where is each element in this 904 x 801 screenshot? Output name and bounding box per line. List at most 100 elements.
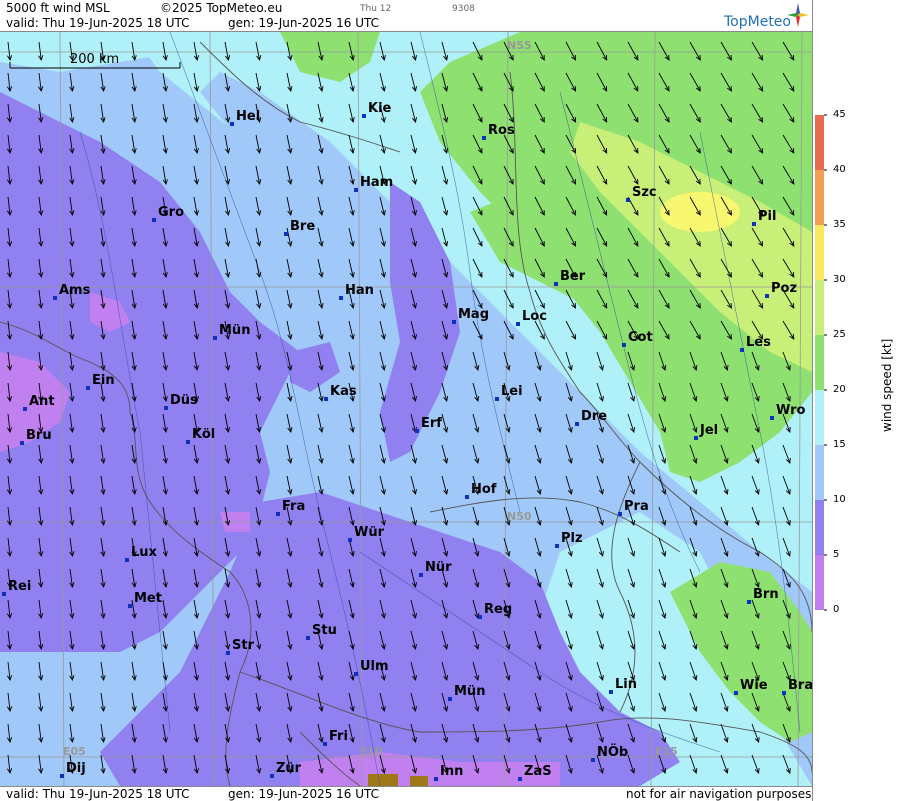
city-marker <box>740 348 744 352</box>
grid-label-e15: E15 <box>655 745 678 758</box>
city-marker <box>53 296 57 300</box>
city-label: Jel <box>700 423 719 438</box>
city-marker <box>20 441 24 445</box>
city-label: Kas <box>330 384 357 399</box>
grid-label-n55: N55 <box>507 39 532 52</box>
city-label: Lei <box>501 384 523 399</box>
legend-title: wind speed [kt] <box>880 338 894 432</box>
city-marker <box>348 538 352 542</box>
city-label: Zür <box>276 761 302 776</box>
city-label: Pra <box>624 499 649 514</box>
city-marker <box>770 416 774 420</box>
legend-tick-45: 45 <box>833 109 846 120</box>
city-marker <box>478 615 482 619</box>
legend-band-15-20 <box>815 390 824 445</box>
header-small-code: 9308 <box>452 4 475 14</box>
legend-band-25-30 <box>815 280 824 335</box>
compass-logo-icon <box>787 3 809 27</box>
city-marker <box>60 774 64 778</box>
city-label: Mag <box>458 307 490 322</box>
city-label: Str <box>232 638 254 653</box>
city-label: Szc <box>632 185 657 200</box>
city-label: Düs <box>170 393 198 408</box>
city-marker <box>164 406 168 410</box>
city-marker <box>86 386 90 390</box>
city-marker <box>186 440 190 444</box>
legend-band-30-35 <box>815 225 824 280</box>
city-marker <box>591 758 595 762</box>
city-label: Han <box>345 283 374 298</box>
city-label: Pil <box>758 209 777 224</box>
legend-tick-15: 15 <box>833 439 846 450</box>
city-label: Lux <box>131 545 157 560</box>
city-label: Brn <box>753 587 779 602</box>
footer-generated-time: gen: 19-Jun-2025 16 UTC <box>228 787 380 801</box>
city-label: Fra <box>282 499 306 514</box>
city-marker <box>554 282 558 286</box>
city-marker <box>324 397 328 401</box>
city-label: Lin <box>615 677 637 692</box>
city-marker <box>495 397 499 401</box>
city-marker <box>128 604 132 608</box>
city-marker <box>415 429 419 433</box>
topmeteo-logo: TopMeteo <box>724 14 791 30</box>
city-label: Poz <box>771 281 798 296</box>
city-label: Plz <box>561 531 583 546</box>
legend-tick-10: 10 <box>833 494 846 505</box>
city-marker <box>448 697 452 701</box>
city-marker <box>323 742 327 746</box>
city-marker <box>622 343 626 347</box>
grid-label-e10: E10 <box>360 745 383 758</box>
city-marker <box>270 774 274 778</box>
city-marker <box>2 592 6 596</box>
copyright-text: ©2025 TopMeteo.eu <box>160 1 283 15</box>
city-marker <box>516 322 520 326</box>
city-marker <box>618 512 622 516</box>
city-label: Mün <box>219 323 251 338</box>
legend-tick-25: 25 <box>833 329 846 340</box>
city-label: Ulm <box>360 659 389 674</box>
city-marker <box>434 777 438 781</box>
city-label: Reg <box>484 602 513 617</box>
city-label: Hel <box>236 109 261 124</box>
city-label: Erf <box>421 416 442 431</box>
city-label: Ber <box>560 269 586 284</box>
grid-label-e05: E05 <box>63 745 86 758</box>
city-marker <box>354 672 358 676</box>
city-marker <box>339 296 343 300</box>
city-label: Mün <box>454 684 486 699</box>
city-marker <box>284 232 288 236</box>
disclaimer-text: not for air navigation purposes <box>626 787 812 801</box>
city-marker <box>518 777 522 781</box>
city-label: Bra <box>788 678 812 693</box>
city-label: Hof <box>471 482 497 497</box>
city-marker <box>465 495 469 499</box>
legend-band-10-15 <box>815 445 824 500</box>
city-label: ZaS <box>524 764 552 779</box>
city-marker <box>230 122 234 126</box>
header-small-day: Thu 12 <box>360 4 392 14</box>
city-marker <box>782 691 786 695</box>
city-label: Nür <box>425 560 452 575</box>
legend-tick-40: 40 <box>833 164 846 175</box>
legend-band-5-10 <box>815 500 824 555</box>
header-bar: 5000 ft wind MSL ©2025 TopMeteo.eu Thu 1… <box>0 0 812 32</box>
legend-tick-35: 35 <box>833 219 846 230</box>
city-marker <box>125 558 129 562</box>
city-marker <box>276 512 280 516</box>
legend-band-0-5 <box>815 555 824 610</box>
legend-band-20-25 <box>815 335 824 390</box>
city-label: Stu <box>312 623 337 638</box>
city-label: Wür <box>354 525 385 540</box>
wind-map: 200 km N55 N50 E05 E10 E15 Kie Hel Ros Ham S… <box>0 32 812 786</box>
city-label: Köl <box>192 427 216 442</box>
city-label: Ein <box>92 373 115 388</box>
city-marker <box>152 218 156 222</box>
city-label: Kie <box>368 101 392 116</box>
city-marker <box>452 320 456 324</box>
city-label: Gro <box>158 205 185 220</box>
city-label: Bru <box>26 428 52 443</box>
city-label: Ant <box>29 394 55 409</box>
city-marker <box>747 600 751 604</box>
city-label: Ams <box>59 283 91 298</box>
